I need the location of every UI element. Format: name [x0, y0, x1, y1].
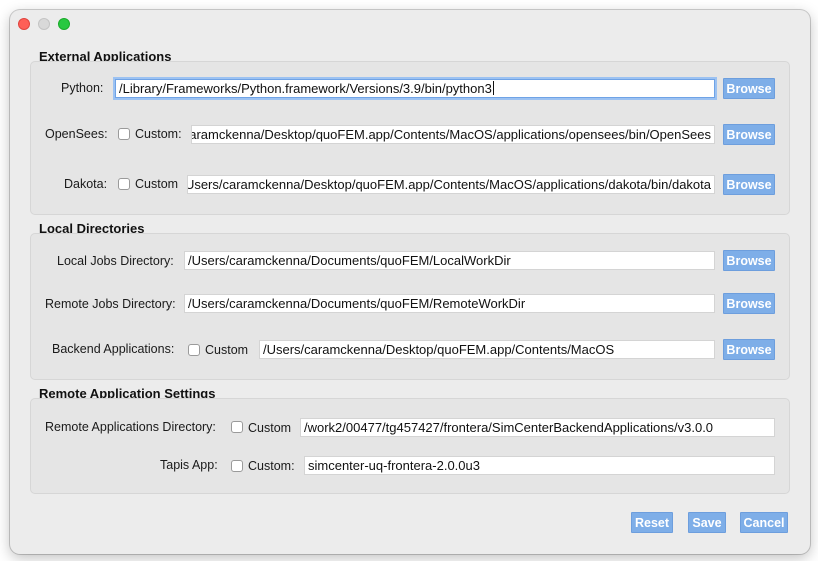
title-bar: [10, 10, 810, 38]
local-jobs-label: Local Jobs Directory:: [57, 254, 174, 268]
tapis-app-label: Tapis App:: [160, 458, 218, 472]
dakota-browse-button[interactable]: Browse: [723, 174, 775, 195]
python-path-input[interactable]: /Library/Frameworks/Python.framework/Ver…: [115, 79, 715, 98]
remote-application-settings-group: [30, 398, 790, 494]
backend-custom-checkbox[interactable]: [188, 344, 200, 356]
opensees-custom-checkbox[interactable]: [118, 128, 130, 140]
text-caret: [492, 81, 494, 95]
backend-applications-label: Backend Applications:: [52, 342, 175, 356]
tapis-app-value: simcenter-uq-frontera-2.0.0u3: [308, 458, 480, 473]
python-label: Python:: [61, 81, 104, 95]
dakota-custom-label: Custom: [135, 177, 179, 191]
dakota-path-input[interactable]: /Users/caramckenna/Desktop/quoFEM.app/Co…: [187, 175, 715, 194]
cancel-button[interactable]: Cancel: [740, 512, 788, 533]
tapis-app-input[interactable]: simcenter-uq-frontera-2.0.0u3: [304, 456, 775, 475]
dakota-label: Dakota:: [64, 177, 108, 191]
tapis-custom-label: Custom:: [248, 459, 295, 473]
remote-apps-directory-value: /work2/00477/tg457427/frontera/SimCenter…: [304, 420, 714, 435]
zoom-window-button[interactable]: [58, 18, 70, 30]
backend-path-value: /Users/caramckenna/Desktop/quoFEM.app/Co…: [263, 342, 615, 357]
backend-browse-button[interactable]: Browse: [723, 339, 775, 360]
backend-custom-label: Custom: [205, 343, 249, 357]
remote-jobs-path-input[interactable]: /Users/caramckenna/Documents/quoFEM/Remo…: [184, 294, 715, 313]
remote-apps-directory-label: Remote Applications Directory:: [45, 420, 216, 434]
save-button[interactable]: Save: [688, 512, 726, 533]
local-jobs-browse-button[interactable]: Browse: [723, 250, 775, 271]
opensees-path-value: /Users/caramckenna/Desktop/quoFEM.app/Co…: [191, 127, 711, 142]
local-jobs-path-value: /Users/caramckenna/Documents/quoFEM/Loca…: [188, 253, 511, 268]
remote-jobs-path-value: /Users/caramckenna/Documents/quoFEM/Remo…: [188, 296, 526, 311]
remote-jobs-browse-button[interactable]: Browse: [723, 293, 775, 314]
opensees-path-input[interactable]: /Users/caramckenna/Desktop/quoFEM.app/Co…: [191, 125, 715, 144]
backend-path-input[interactable]: /Users/caramckenna/Desktop/quoFEM.app/Co…: [259, 340, 715, 359]
python-browse-button[interactable]: Browse: [723, 78, 775, 99]
remote-apps-directory-input[interactable]: /work2/00477/tg457427/frontera/SimCenter…: [300, 418, 775, 437]
dakota-custom-checkbox[interactable]: [118, 178, 130, 190]
local-jobs-path-input[interactable]: /Users/caramckenna/Documents/quoFEM/Loca…: [184, 251, 715, 270]
remote-jobs-label: Remote Jobs Directory:: [45, 297, 176, 311]
opensees-label: OpenSees:: [45, 127, 108, 141]
python-path-value: /Library/Frameworks/Python.framework/Ver…: [119, 81, 492, 96]
remote-apps-custom-checkbox[interactable]: [231, 421, 243, 433]
tapis-custom-checkbox[interactable]: [231, 460, 243, 472]
minimize-window-button[interactable]: [38, 18, 50, 30]
remote-apps-custom-label: Custom: [248, 421, 292, 435]
dakota-path-value: /Users/caramckenna/Desktop/quoFEM.app/Co…: [187, 177, 711, 192]
close-window-button[interactable]: [18, 18, 30, 30]
opensees-browse-button[interactable]: Browse: [723, 124, 775, 145]
preferences-window: External Applications Python: /Library/F…: [10, 10, 810, 554]
opensees-custom-label: Custom:: [135, 127, 182, 141]
reset-button[interactable]: Reset: [631, 512, 673, 533]
